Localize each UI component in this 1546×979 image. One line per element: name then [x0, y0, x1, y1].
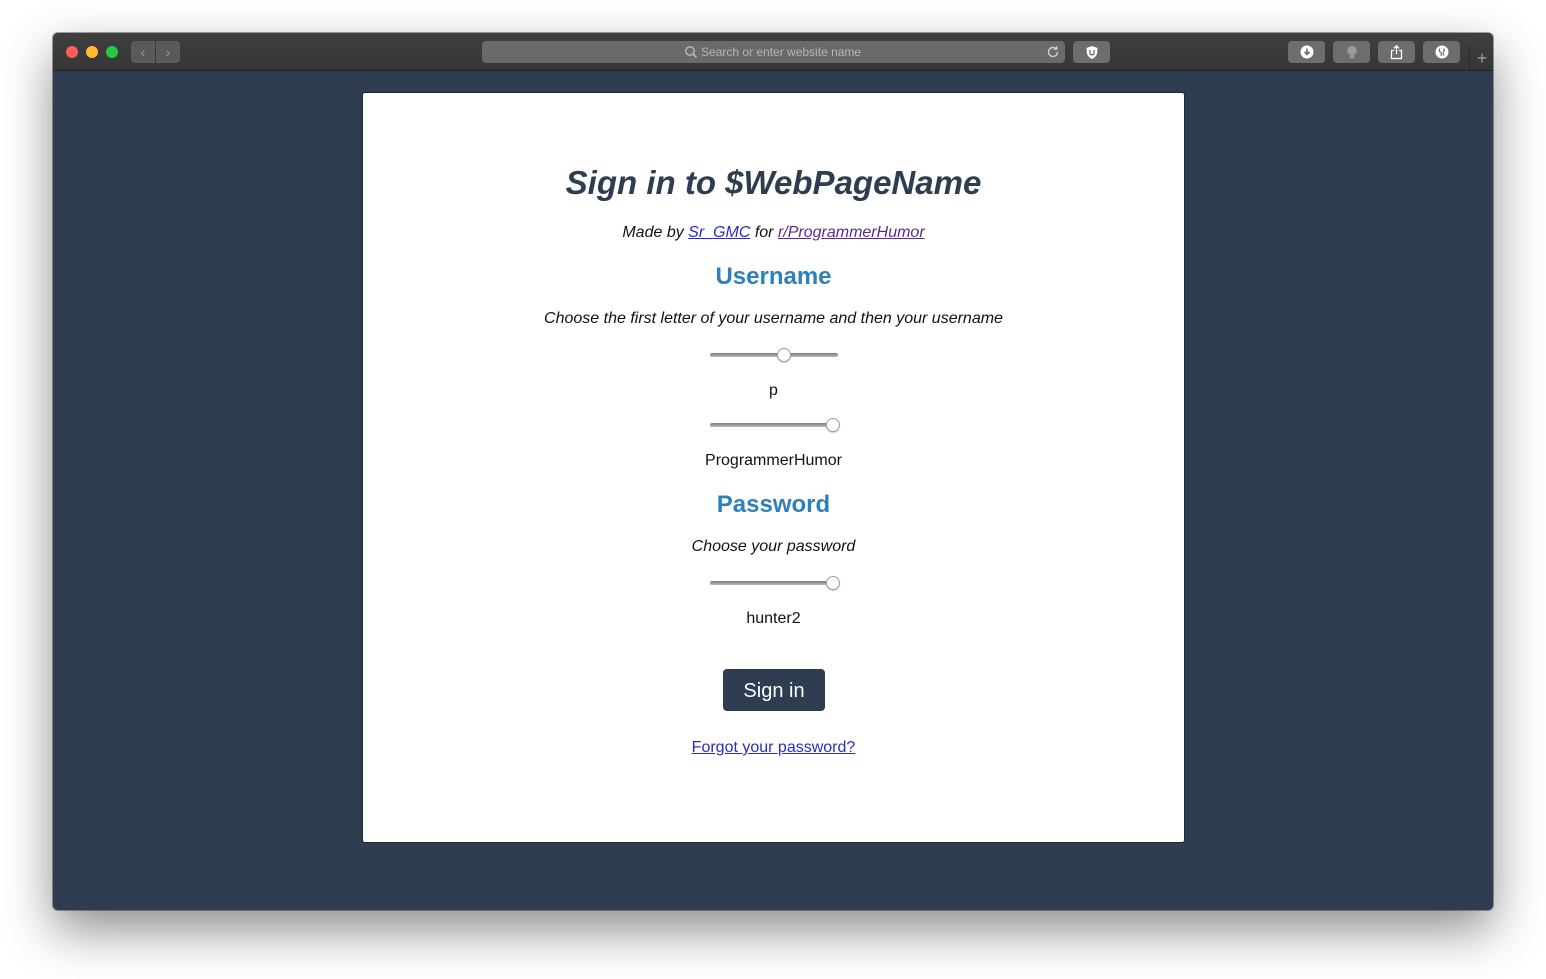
made-by-line: Made by Sr_GMC for r/ProgrammerHumor: [363, 223, 1184, 243]
browser-toolbar: ‹ › Search or enter website name +: [53, 33, 1493, 71]
downloads-button[interactable]: [1288, 41, 1325, 63]
author-link[interactable]: Sr_GMC: [688, 224, 750, 241]
username-hint: Choose the first letter of your username…: [544, 310, 1003, 327]
slider-thumb[interactable]: [825, 418, 840, 432]
password-heading: Password: [716, 491, 831, 518]
address-bar[interactable]: Search or enter website name: [482, 41, 1065, 63]
shield-button[interactable]: [1073, 41, 1110, 63]
minimize-window-button[interactable]: [86, 46, 98, 58]
forgot-password-row: Forgot your password?: [363, 738, 1184, 758]
new-tab-button[interactable]: +: [1469, 46, 1493, 70]
signin-button[interactable]: Sign in: [723, 669, 825, 711]
username-letter-value: p: [769, 382, 778, 399]
reload-icon[interactable]: [1045, 44, 1061, 60]
maximize-window-button[interactable]: [106, 46, 118, 58]
username-slider[interactable]: [710, 418, 840, 432]
made-by-prefix: Made by: [622, 224, 689, 241]
subreddit-link[interactable]: r/ProgrammerHumor: [778, 224, 925, 241]
share-button[interactable]: [1378, 41, 1415, 63]
browser-window: ‹ › Search or enter website name + Sign …: [53, 33, 1493, 910]
forgot-password-link[interactable]: Forgot your password?: [692, 739, 856, 756]
extension-button[interactable]: [1423, 41, 1460, 63]
signin-card: Sign in to $WebPageName Made by Sr_GMC f…: [362, 92, 1185, 843]
slider-track: [710, 423, 838, 427]
share-icon: [1390, 44, 1403, 59]
forward-button[interactable]: ›: [156, 41, 180, 63]
extension-icon: [1435, 45, 1448, 59]
password-slider[interactable]: [710, 576, 840, 590]
shield-icon: [1086, 45, 1097, 59]
lightbulb-button[interactable]: [1333, 41, 1370, 63]
lightbulb-icon: [1346, 45, 1357, 58]
username-letter-slider[interactable]: [710, 348, 838, 362]
address-placeholder: Search or enter website name: [701, 45, 862, 59]
made-by-middle: for: [750, 224, 778, 241]
username-heading: Username: [715, 263, 832, 290]
download-icon: [1300, 45, 1313, 59]
slider-track: [710, 581, 838, 585]
slider-thumb[interactable]: [825, 576, 840, 590]
search-icon: [685, 46, 697, 58]
page-title: Sign in to $WebPageName: [565, 164, 982, 201]
close-window-button[interactable]: [66, 46, 78, 58]
slider-thumb[interactable]: [776, 348, 791, 362]
back-button[interactable]: ‹: [131, 41, 155, 63]
slider-track: [710, 353, 838, 357]
username-value: ProgrammerHumor: [705, 452, 842, 469]
password-value: hunter2: [746, 610, 801, 627]
password-hint: Choose your password: [691, 538, 856, 555]
